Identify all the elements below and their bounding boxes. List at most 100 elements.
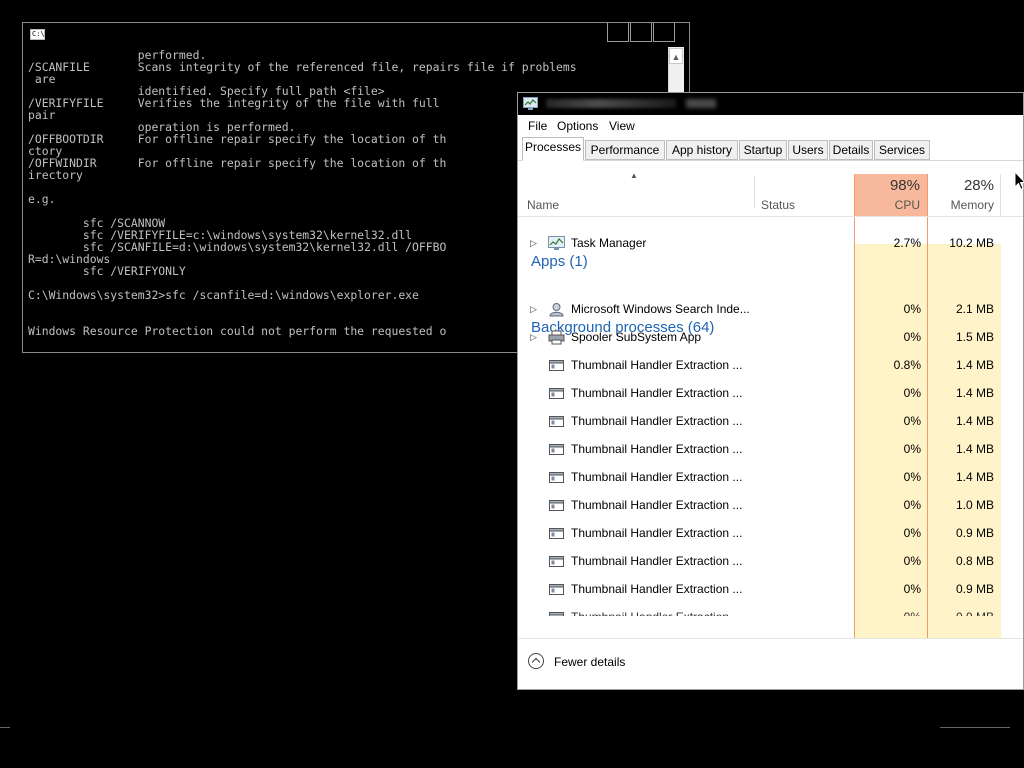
process-cpu: 0%	[903, 554, 921, 568]
cpu-total-percent: 98%	[889, 177, 920, 194]
process-list: ▲ Name Status 98% CPU 28% Memory Apps (1…	[518, 161, 1023, 639]
tab-app-history[interactable]: App history	[666, 140, 738, 160]
process-name: Thumbnail Handler Extraction ...	[571, 386, 743, 400]
process-name: Microsoft Windows Search Inde...	[571, 302, 750, 316]
console-line: /SCANFILE Scans integrity of the referen…	[28, 60, 577, 74]
fewer-details-button[interactable]: Fewer details	[554, 655, 625, 669]
process-name: Thumbnail Handler Extraction ...	[571, 470, 743, 484]
process-row[interactable]: Thumbnail Handler Extraction ... 0% 1.0 MB	[518, 492, 1023, 520]
task-manager-titlebar[interactable]	[518, 93, 1023, 115]
cpu-label: CPU	[894, 198, 920, 212]
tab-processes[interactable]: Processes	[522, 137, 584, 161]
process-row[interactable]: Thumbnail Handler Extraction ... 0% 1.4 MB	[518, 380, 1023, 408]
process-name: Thumbnail Handler Extraction ...	[571, 442, 743, 456]
scroll-up-icon[interactable]: ▲	[669, 48, 683, 64]
process-name: Thumbnail Handler Extraction ...	[571, 526, 743, 540]
process-memory: 1.4 MB	[955, 414, 994, 428]
process-cpu: 0%	[903, 330, 921, 344]
process-cpu: 2.7%	[893, 236, 921, 250]
process-row[interactable]: ▷ Microsoft Windows Search Inde... 0% 2.1 M…	[518, 296, 1023, 324]
process-memory: 1.4 MB	[955, 386, 994, 400]
minimize-button[interactable]	[607, 23, 629, 42]
process-memory: 1.5 MB	[955, 330, 994, 344]
process-memory: 0.9 MB	[955, 582, 994, 596]
process-row[interactable]: ▷ Spooler SubSystem App 0% 1.5 MB	[518, 324, 1023, 352]
process-memory: 0.8 MB	[955, 554, 994, 568]
cmd-titlebar[interactable]: C:\.	[23, 23, 689, 47]
process-memory: 0.9 MB	[928, 610, 994, 616]
process-icon	[548, 442, 565, 457]
process-cpu: 0%	[903, 582, 921, 596]
process-memory: 10.2 MB	[949, 236, 994, 250]
process-cpu: 0%	[903, 442, 921, 456]
process-name: Thumbnail Handler Extraction ...	[571, 414, 743, 428]
process-row[interactable]: Thumbnail Handler Extraction ... 0% 1.4 MB	[518, 464, 1023, 492]
column-header-row: ▲ Name Status 98% CPU 28% Memory	[518, 161, 1023, 241]
process-icon	[548, 414, 565, 429]
search-indexer-icon	[548, 302, 565, 317]
footer: Fewer details	[518, 638, 1023, 689]
process-icon	[548, 470, 565, 485]
cmd-window-controls	[606, 23, 675, 43]
process-row[interactable]: Thumbnail Handler Extraction ... 0% 0.9 MB	[518, 604, 1023, 616]
process-memory: 2.1 MB	[955, 302, 994, 316]
process-cpu: 0%	[903, 498, 921, 512]
window-title-blurred	[546, 99, 676, 108]
expand-chevron-icon[interactable]: ▷	[530, 238, 537, 249]
tab-users[interactable]: Users	[788, 140, 828, 160]
process-cpu: 0%	[903, 526, 921, 540]
tab-details[interactable]: Details	[829, 140, 873, 160]
process-name: Task Manager	[571, 236, 647, 250]
process-row[interactable]: Thumbnail Handler Extraction ... 0% 1.4 MB	[518, 436, 1023, 464]
process-icon	[548, 386, 565, 401]
process-icon	[548, 554, 565, 569]
cmd-app-icon: C:\.	[30, 29, 45, 40]
column-name[interactable]: Name	[527, 198, 559, 212]
task-manager-icon	[548, 236, 565, 251]
expand-chevron-icon[interactable]: ▷	[530, 304, 537, 315]
tab-strip: Processes Performance App history Startu…	[518, 137, 1023, 161]
task-manager-icon	[523, 97, 538, 110]
printer-icon	[548, 330, 565, 345]
memory-label: Memory	[950, 198, 994, 212]
process-row[interactable]: Thumbnail Handler Extraction ... 0% 1.4 MB	[518, 408, 1023, 436]
chevron-up-circle-icon[interactable]	[528, 653, 544, 669]
tab-services[interactable]: Services	[874, 140, 930, 160]
process-row[interactable]: Thumbnail Handler Extraction ... 0% 0.8 MB	[518, 548, 1023, 576]
close-button[interactable]	[653, 23, 675, 42]
menu-options[interactable]: Options	[553, 119, 602, 133]
process-memory: 1.0 MB	[955, 498, 994, 512]
process-name: Thumbnail Handler Extraction ...	[571, 498, 743, 512]
process-name: Thumbnail Handler Extraction ...	[571, 554, 743, 568]
process-row[interactable]: Thumbnail Handler Extraction ... 0% 0.9 MB	[518, 576, 1023, 604]
process-icon	[548, 582, 565, 597]
process-icon	[548, 358, 565, 373]
process-memory: 0.9 MB	[955, 526, 994, 540]
maximize-button[interactable]	[630, 23, 652, 42]
column-memory[interactable]: 28% Memory	[928, 174, 1001, 216]
process-row[interactable]: Thumbnail Handler Extraction ... 0% 0.9 MB	[518, 520, 1023, 548]
column-status[interactable]: Status	[761, 198, 795, 212]
process-cpu: 0%	[855, 610, 921, 616]
tab-performance[interactable]: Performance	[585, 140, 665, 160]
task-manager-window[interactable]: File Options View Processes Performance …	[517, 92, 1024, 690]
menu-view[interactable]: View	[605, 119, 639, 133]
mouse-cursor-icon	[1014, 171, 1024, 191]
process-icon	[548, 526, 565, 541]
process-name: Thumbnail Handler Extraction ...	[571, 582, 743, 596]
column-cpu[interactable]: 98% CPU	[855, 174, 927, 216]
menu-file[interactable]: File	[524, 119, 551, 133]
process-name: Thumbnail Handler Extraction ...	[571, 610, 742, 616]
process-row[interactable]: Thumbnail Handler Extraction ... 0.8% 1.4 …	[518, 352, 1023, 380]
process-row[interactable]: ▷ Task Manager 2.7% 10.2 MB	[518, 230, 1023, 258]
process-icon	[548, 610, 565, 616]
process-cpu: 0%	[903, 386, 921, 400]
process-name: Spooler SubSystem App	[571, 330, 702, 344]
tab-startup[interactable]: Startup	[739, 140, 787, 160]
process-name: Thumbnail Handler Extraction ...	[571, 358, 743, 372]
process-memory: 1.4 MB	[955, 358, 994, 372]
process-cpu: 0.8%	[893, 358, 921, 372]
process-memory: 1.4 MB	[955, 470, 994, 484]
expand-chevron-icon[interactable]: ▷	[530, 332, 537, 343]
process-cpu: 0%	[903, 470, 921, 484]
